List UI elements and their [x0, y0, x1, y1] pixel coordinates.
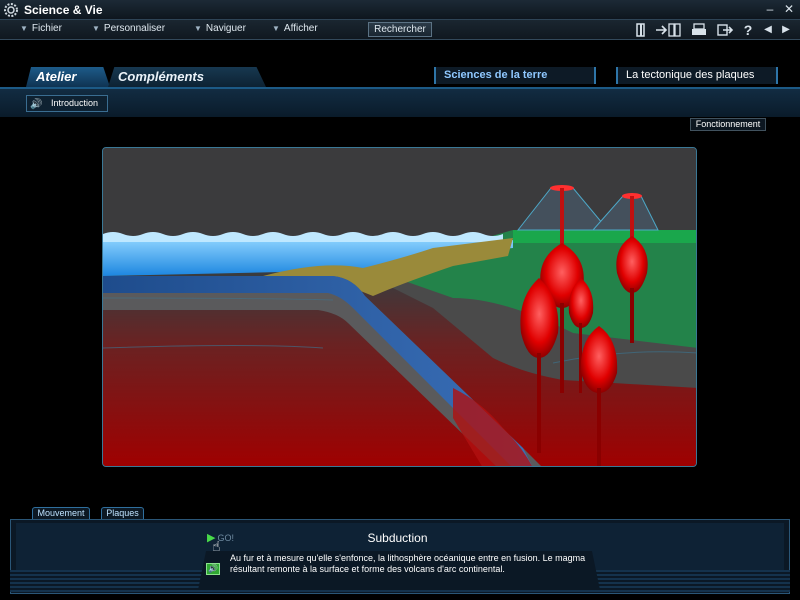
- gear-logo-icon: [4, 3, 18, 17]
- description-text: Au fur et à mesure qu'elle s'enfonce, la…: [230, 553, 586, 574]
- exit-icon[interactable]: [716, 22, 734, 38]
- subduction-diagram: [102, 147, 697, 467]
- menu-label: Naviguer: [205, 23, 246, 34]
- speaker-icon: 🔊: [30, 99, 43, 110]
- minimize-button[interactable]: –: [762, 1, 778, 18]
- chevron-down-icon: ▼: [20, 24, 28, 33]
- menu-afficher[interactable]: ▼ Afficher: [272, 23, 318, 34]
- help-icon[interactable]: ?: [742, 22, 754, 38]
- menu-label: Afficher: [283, 23, 318, 34]
- subduction-illustration: [103, 148, 696, 466]
- prev-icon[interactable]: ◀: [762, 22, 774, 38]
- app-title: Science & Vie: [24, 3, 103, 17]
- export-icon[interactable]: [654, 22, 682, 38]
- chevron-down-icon: ▼: [92, 24, 100, 33]
- menu-bar: ▼ Fichier ▼ Personnaliser ▼ Naviguer ▼ A…: [0, 20, 800, 40]
- fonctionnement-button[interactable]: Fonctionnement: [690, 118, 766, 131]
- introduction-label: Introduction: [51, 98, 99, 108]
- chevron-down-icon: ▼: [194, 24, 202, 33]
- print-icon[interactable]: [690, 22, 708, 38]
- tab-complements[interactable]: Compléments: [108, 67, 266, 87]
- close-button[interactable]: ✕: [781, 1, 797, 18]
- chevron-down-icon: ▼: [272, 24, 280, 33]
- tab-atelier[interactable]: Atelier: [26, 67, 110, 87]
- content-header-band: [0, 87, 800, 117]
- breadcrumb-subject[interactable]: Sciences de la terre: [434, 67, 596, 84]
- menu-personnaliser[interactable]: ▼ Personnaliser: [92, 23, 165, 34]
- bookmark-icon[interactable]: [634, 22, 648, 38]
- search-button[interactable]: Rechercher: [368, 22, 432, 37]
- title-bar: Science & Vie – ✕: [0, 0, 800, 20]
- menu-label: Personnaliser: [103, 23, 166, 34]
- menu-label: Fichier: [31, 23, 62, 34]
- menu-naviguer[interactable]: ▼ Naviguer: [194, 23, 246, 34]
- section-title: Subduction: [367, 531, 428, 545]
- breadcrumb-topic[interactable]: La tectonique des plaques: [616, 67, 778, 84]
- introduction-button[interactable]: 🔊 Introduction: [26, 95, 108, 112]
- menu-fichier[interactable]: ▼ Fichier: [20, 23, 62, 34]
- next-icon[interactable]: ▶: [780, 22, 792, 38]
- audio-play-icon[interactable]: 🔊: [206, 563, 220, 575]
